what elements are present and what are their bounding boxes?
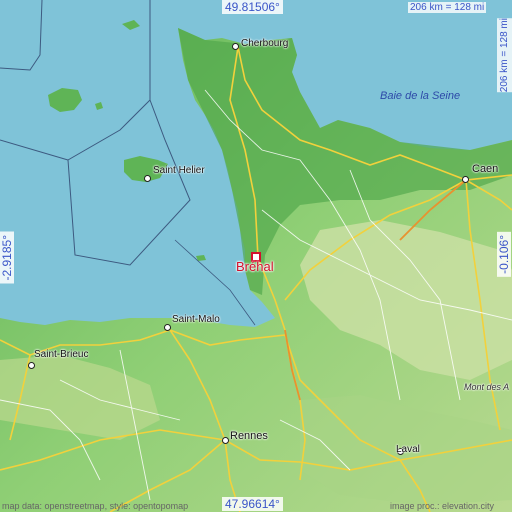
top-latitude-label: 49.81506° — [222, 0, 283, 14]
sea-label: Baie de la Seine — [380, 90, 461, 102]
scale-label-right: 206 km = 128 mi — [497, 18, 512, 93]
left-longitude-label: -2.9185° — [0, 232, 14, 284]
city-label-laval: Laval — [396, 444, 420, 455]
city-label-saint-brieuc: Saint-Brieuc — [34, 349, 89, 360]
attribution-image-proc: image proc.: elevation.city — [390, 501, 495, 511]
scale-label-top: 206 km = 128 mi — [408, 2, 487, 13]
map-canvas[interactable]: 49.81506° 47.96614° -2.9185° -0.106° 206… — [0, 0, 512, 512]
bottom-latitude-label: 47.96614° — [222, 497, 283, 511]
city-marker-saint-helier — [144, 175, 151, 182]
right-longitude-label: -0.106° — [497, 232, 511, 277]
attribution-map-data: map data: openstreetmap, style: opentopo… — [2, 501, 189, 511]
city-marker-caen — [462, 176, 469, 183]
city-marker-saint-malo — [164, 324, 171, 331]
city-label-saint-helier: Saint Helier — [153, 165, 205, 176]
place-label: Bréhal — [236, 259, 274, 274]
city-label-cherbourg: Cherbourg — [241, 38, 289, 49]
city-marker-rennes — [222, 437, 229, 444]
city-label-saint-malo: Saint-Malo — [172, 314, 220, 325]
city-marker-saint-brieuc — [28, 362, 35, 369]
region-label: Mont des A — [464, 382, 510, 392]
city-label-caen: Caen — [472, 163, 499, 175]
city-label-rennes: Rennes — [230, 430, 268, 442]
city-marker-cherbourg — [232, 43, 239, 50]
